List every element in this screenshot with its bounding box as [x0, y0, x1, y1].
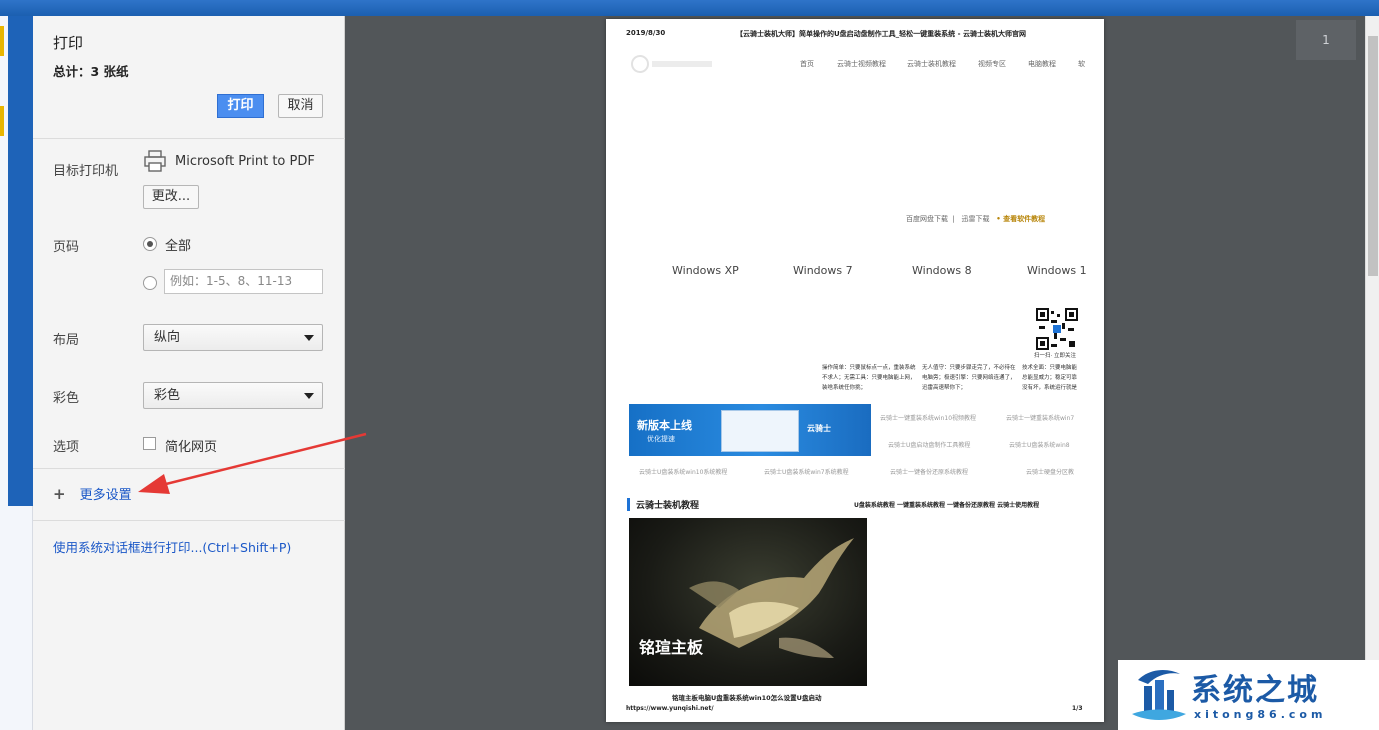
page-nav-item: 云骑士视频教程	[837, 60, 886, 68]
divider	[33, 520, 345, 521]
color-label: 彩色	[53, 391, 80, 406]
article-image: 铭瑄主板	[629, 518, 867, 686]
banner-subtitle: 优化提速	[647, 435, 675, 443]
more-settings-label: 更多设置	[79, 488, 132, 503]
page-nav-item: 云骑士装机教程	[907, 60, 956, 68]
pages-all-radio[interactable]	[143, 237, 157, 251]
print-button[interactable]: 打印	[217, 94, 264, 118]
divider	[33, 468, 345, 469]
cancel-button[interactable]: 取消	[278, 94, 323, 118]
destination-label: 目标打印机	[53, 164, 119, 179]
page-nav-item: 电脑教程	[1028, 60, 1056, 68]
tutorial-link: 云骑士一键重装系统win10视频教程	[880, 415, 977, 422]
tutorial-link: 云骑士一键重装系统win7	[1006, 415, 1075, 422]
simplify-page-checkbox[interactable]	[143, 437, 156, 450]
background-accent	[0, 106, 4, 136]
download-link: 迅雷下载	[961, 215, 990, 223]
page-number-indicator: 1	[1296, 20, 1356, 60]
preview-scrollbar[interactable]	[1365, 16, 1379, 730]
pages-input[interactable]: 例如：1-5、8、11-13	[164, 269, 323, 294]
banner-brand: 云骑士	[807, 424, 831, 433]
chevron-down-icon	[304, 335, 314, 341]
page-footer-url: https://www.yunqishi.net/	[626, 705, 714, 712]
tutorial-link: 云骑士U盘装系统win8	[1009, 442, 1070, 449]
feature-text: 技术全面：只要电脑能总能显威力；稳定可靠没有坏，系统运行就是	[1022, 365, 1078, 391]
banner-screenshot	[721, 410, 799, 452]
watermark-url: xitong86.com	[1194, 708, 1327, 721]
watermark-title: 系统之城	[1191, 673, 1319, 708]
sheet-total: 总计：3 张纸	[53, 64, 129, 79]
pages-label: 页码	[53, 240, 80, 255]
pages-custom-radio[interactable]	[143, 276, 157, 290]
layout-select[interactable]: 纵向	[143, 324, 323, 351]
color-select-value: 彩色	[154, 388, 181, 403]
download-links: 百度网盘下载 | 迅雷下载 • 查看软件教程	[906, 214, 1045, 224]
feature-text: 无人值守：只要步骤走完了，不必待在电脑旁；极速引擎：只要网络连通了，迅雷高速帮你…	[922, 365, 1016, 391]
windows-version: Windows 7	[793, 264, 853, 277]
windows-version: Windows 1	[1027, 264, 1087, 277]
tutorial-link: 云骑士U盘装系统win10系统教程	[639, 469, 728, 476]
color-select[interactable]: 彩色	[143, 382, 323, 409]
tutorial-link: 云骑士U盘装系统win7系统教程	[764, 469, 849, 476]
window-top-bar	[0, 0, 1379, 16]
background-blue-panel	[8, 16, 33, 506]
download-link: 百度网盘下载	[906, 215, 948, 223]
system-dialog-link[interactable]: 使用系统对话框进行打印...(Ctrl+Shift+P)	[53, 537, 291, 556]
windows-version: Windows XP	[672, 264, 739, 277]
page-nav-item: 软	[1078, 60, 1085, 68]
divider	[33, 138, 345, 139]
printer-name: Microsoft Print to PDF	[175, 154, 315, 169]
tutorial-link: 云骑士U盘启动盘制作工具教程	[888, 442, 971, 449]
background-window-edge	[0, 16, 33, 730]
tutorial-link: • 查看软件教程	[996, 215, 1046, 223]
feature-text: 操作简单：只要鼠标点一点，重装系统不求人；无需工具：只要电脑能上网，装啥系统任你…	[822, 365, 916, 391]
page-nav-item: 视频专区	[978, 60, 1006, 68]
image-caption: 铭瑄主板	[639, 638, 704, 657]
change-printer-button[interactable]: 更改...	[143, 185, 199, 209]
page-nav-item: 首页	[800, 60, 814, 68]
options-label: 选项	[53, 440, 80, 455]
windows-version: Windows 8	[912, 264, 972, 277]
print-sidebar: 打印 总计：3 张纸 打印 取消 目标打印机 Microsoft Print t…	[33, 16, 345, 730]
page-header-title: 【云骑士装机大师】简单操作的U盘启动盘制作工具_轻松一键重装系统 - 云骑士装机…	[736, 30, 1026, 38]
banner-title: 新版本上线	[637, 419, 692, 432]
plus-icon: +	[53, 485, 66, 503]
site-logo	[631, 55, 712, 73]
scrollbar-thumb[interactable]	[1368, 36, 1378, 276]
preview-page: 2019/8/30 【云骑士装机大师】简单操作的U盘启动盘制作工具_轻松一键重装…	[606, 19, 1104, 722]
page-date: 2019/8/30	[626, 29, 666, 37]
watermark-logo	[1132, 670, 1186, 720]
tutorial-link: 云骑士一键备份还原系统教程	[890, 469, 969, 476]
layout-select-value: 纵向	[154, 330, 181, 345]
qr-caption: 扫一扫· 立即关注	[1034, 353, 1076, 359]
tutorial-link: 云骑士硬盘分区教	[1026, 469, 1075, 476]
section-links: U盘装系统教程 一键重装系统教程 一键备份还原教程 云骑士使用教程	[854, 502, 1040, 509]
chevron-down-icon	[304, 393, 314, 399]
promo-banner: 新版本上线 优化提速 云骑士	[629, 404, 871, 456]
more-settings-link[interactable]: + 更多设置	[53, 484, 132, 503]
section-title: 云骑士装机教程	[627, 498, 699, 511]
link-separator: |	[950, 215, 960, 223]
site-watermark: 系统之城 xitong86.com	[1118, 660, 1379, 730]
simplify-page-label: 简化网页	[165, 440, 218, 455]
article-title: 铭瑄主板电脑U盘重装系统win10怎么设置U盘启动	[672, 694, 822, 702]
pages-all-label: 全部	[165, 239, 192, 254]
background-accent	[0, 26, 4, 56]
qr-code	[1036, 308, 1078, 350]
printer-icon	[144, 150, 166, 172]
layout-label: 布局	[53, 333, 80, 348]
page-footer-number: 1/3	[1072, 705, 1083, 712]
print-title: 打印	[53, 34, 84, 52]
dragon-artwork	[689, 538, 854, 658]
